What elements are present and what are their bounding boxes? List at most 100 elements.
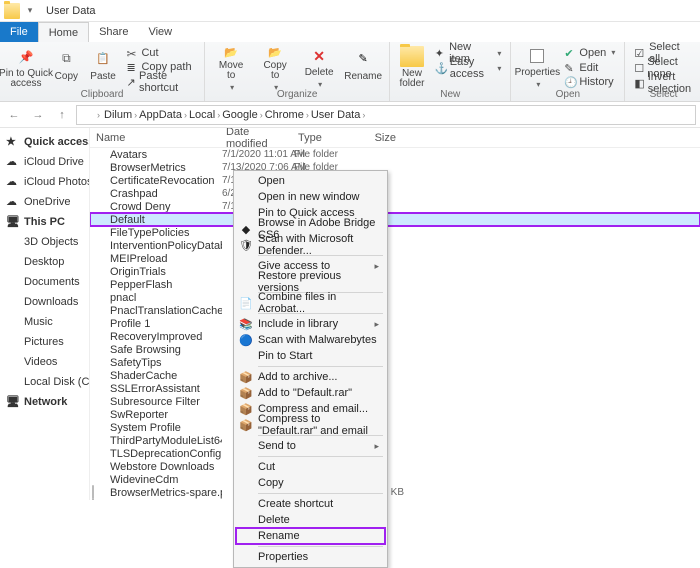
- file-row[interactable]: InterventionPolicyDatabase: [90, 239, 700, 252]
- menu-item[interactable]: 🔵Scan with Malwarebytes: [236, 332, 385, 348]
- properties-button[interactable]: Properties▾: [517, 44, 557, 89]
- menu-item[interactable]: 🛡Scan with Microsoft Defender...: [236, 237, 385, 253]
- file-row[interactable]: Subresource Filter: [90, 395, 700, 408]
- menu-item[interactable]: 📚Include in library▸: [236, 316, 385, 332]
- invert-selection-button[interactable]: ◧Invert selection: [631, 76, 695, 90]
- file-row[interactable]: SSLErrorAssistant: [90, 382, 700, 395]
- copy-button[interactable]: ⧉ Copy: [50, 44, 83, 89]
- breadcrumb-item[interactable]: AppData: [137, 109, 184, 121]
- nav-item[interactable]: ☁iCloud Drive: [2, 152, 87, 172]
- file-row[interactable]: ThirdPartyModuleList64: [90, 434, 700, 447]
- move-to-button[interactable]: 📂Move to▾: [211, 44, 251, 89]
- menu-item[interactable]: 📄Combine files in Acrobat...: [236, 295, 385, 311]
- copy-to-button[interactable]: 📂Copy to▾: [255, 44, 295, 89]
- address-bar[interactable]: › Dilum›AppData›Local›Google›Chrome›User…: [76, 105, 696, 125]
- new-folder-button[interactable]: New folder: [396, 44, 428, 89]
- menu-item[interactable]: Rename: [236, 528, 385, 544]
- file-row[interactable]: RecoveryImproved: [90, 330, 700, 343]
- cut-button[interactable]: ✂Cut: [123, 46, 198, 60]
- file-row[interactable]: ShaderCache: [90, 369, 700, 382]
- tab-view[interactable]: View: [138, 22, 182, 42]
- nav-item[interactable]: Local Disk (C:): [2, 372, 87, 392]
- menu-item[interactable]: 📦Add to "Default.rar": [236, 385, 385, 401]
- file-row[interactable]: TLSDeprecationConfig: [90, 447, 700, 460]
- file-row[interactable]: MEIPreload: [90, 252, 700, 265]
- nav-item[interactable]: ☁iCloud Photos: [2, 172, 87, 192]
- menu-item[interactable]: Open in new window: [236, 189, 385, 205]
- tab-home[interactable]: Home: [38, 22, 89, 42]
- menu-item[interactable]: 📦Compress to "Default.rar" and email: [236, 417, 385, 433]
- col-type[interactable]: Type: [292, 132, 352, 144]
- nav-item[interactable]: 3D Objects: [2, 232, 87, 252]
- breadcrumb-item[interactable]: User Data: [309, 109, 363, 121]
- cloud-icon: ☁: [6, 155, 20, 169]
- menu-item[interactable]: 📦Add to archive...: [236, 369, 385, 385]
- open-button[interactable]: ✔Open▾: [561, 46, 618, 60]
- easy-access-button[interactable]: ⚓Easy access▾: [432, 61, 505, 75]
- nav-item[interactable]: Documents: [2, 272, 87, 292]
- file-row[interactable]: pnacl: [90, 291, 700, 304]
- file-row[interactable]: System Profile: [90, 421, 700, 434]
- menu-item[interactable]: Copy: [236, 475, 385, 491]
- file-row[interactable]: Safe Browsing: [90, 343, 700, 356]
- menu-item[interactable]: Pin to Start: [236, 348, 385, 364]
- file-row[interactable]: Profile 1: [90, 317, 700, 330]
- breadcrumb-item[interactable]: Google: [220, 109, 259, 121]
- file-row[interactable]: PepperFlash: [90, 278, 700, 291]
- qat-dropdown-icon[interactable]: ▾: [22, 3, 38, 19]
- paste-shortcut-button[interactable]: ↗Paste shortcut: [123, 75, 198, 89]
- menu-item[interactable]: Open: [236, 173, 385, 189]
- file-row[interactable]: Webstore Downloads: [90, 460, 700, 473]
- menu-item[interactable]: Properties: [236, 549, 385, 565]
- menu-item[interactable]: Create shortcut: [236, 496, 385, 512]
- tab-share[interactable]: Share: [89, 22, 138, 42]
- nav-item[interactable]: 🖥This PC: [2, 212, 87, 232]
- file-row[interactable]: OriginTrials: [90, 265, 700, 278]
- nav-item[interactable]: ☁OneDrive: [2, 192, 87, 212]
- menu-item[interactable]: Delete: [236, 512, 385, 528]
- pin-quick-access-button[interactable]: 📌 Pin to Quick access: [6, 44, 46, 89]
- breadcrumb-item[interactable]: Dilum: [102, 109, 134, 121]
- navigation-pane: ★Quick access☁iCloud Drive☁iCloud Photos…: [0, 128, 90, 500]
- file-row[interactable]: CertificateRevocation7/13/2020 7:06 AMFi…: [90, 174, 700, 187]
- file-row[interactable]: BrowserMetrics-spare.pmaKB: [90, 486, 700, 499]
- up-button[interactable]: ↑: [52, 105, 72, 125]
- menu-item[interactable]: Restore previous versions: [236, 274, 385, 290]
- tab-file[interactable]: File: [0, 22, 38, 42]
- edit-button[interactable]: ✎Edit: [561, 61, 618, 75]
- nav-item[interactable]: ★Quick access: [2, 132, 87, 152]
- nav-item[interactable]: Desktop: [2, 252, 87, 272]
- file-type: File folder: [294, 149, 354, 160]
- file-row[interactable]: SwReporter: [90, 408, 700, 421]
- nav-item[interactable]: Pictures: [2, 332, 87, 352]
- breadcrumb-item[interactable]: Local: [187, 109, 217, 121]
- file-row[interactable]: Crowd Deny7/10/2020 10:05 AMFile folder: [90, 200, 700, 213]
- breadcrumb-item[interactable]: Chrome: [263, 109, 306, 121]
- paste-button[interactable]: 📋 Paste: [87, 44, 120, 89]
- rename-button[interactable]: ✎Rename: [343, 44, 383, 89]
- file-row[interactable]: SafetyTips: [90, 356, 700, 369]
- col-name[interactable]: Name: [90, 132, 220, 144]
- nav-item[interactable]: Music: [2, 312, 87, 332]
- nav-label: Videos: [24, 356, 57, 368]
- file-row[interactable]: PnaclTranslationCache: [90, 304, 700, 317]
- nav-item[interactable]: Videos: [2, 352, 87, 372]
- history-button[interactable]: 🕘History: [561, 75, 618, 89]
- monitor-icon: 🖥: [6, 395, 20, 409]
- forward-button[interactable]: →: [28, 105, 48, 125]
- delete-button[interactable]: ✕Delete▾: [299, 44, 339, 89]
- back-button[interactable]: ←: [4, 105, 24, 125]
- nav-item[interactable]: 🖥Network: [2, 392, 87, 412]
- rename-icon: ✎: [351, 46, 375, 70]
- nav-item[interactable]: Downloads: [2, 292, 87, 312]
- file-row[interactable]: BrowserMetrics7/13/2020 7:06 AMFile fold…: [90, 161, 700, 174]
- col-date[interactable]: Date modified: [220, 128, 292, 150]
- file-row[interactable]: WidevineCdm: [90, 473, 700, 486]
- file-row[interactable]: Crashpad6/20/2020 12:00 PMFile folder: [90, 187, 700, 200]
- menu-item[interactable]: Send to▸: [236, 438, 385, 454]
- menu-item[interactable]: Cut: [236, 459, 385, 475]
- file-row[interactable]: FileTypePolicies: [90, 226, 700, 239]
- col-size[interactable]: Size: [352, 132, 402, 144]
- file-row[interactable]: Avatars7/1/2020 11:01 AMFile folder: [90, 148, 700, 161]
- file-row[interactable]: Default: [90, 213, 700, 226]
